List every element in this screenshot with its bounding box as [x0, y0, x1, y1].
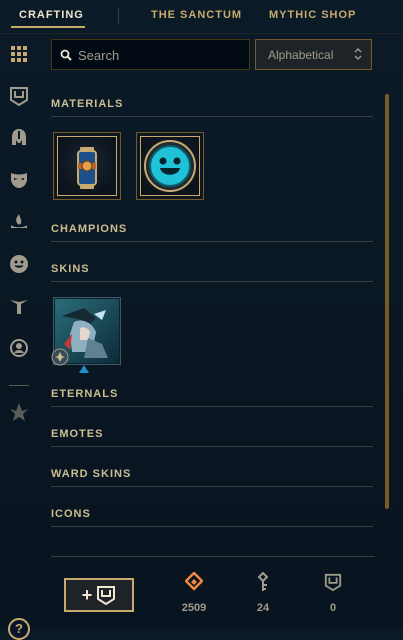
active-tab-underline	[11, 26, 85, 28]
tab-divider	[118, 8, 119, 24]
footer-divider	[51, 556, 375, 557]
rarity-gem-icon	[51, 348, 69, 366]
orange-essence-icon	[185, 572, 203, 591]
material-emote-orb[interactable]	[136, 132, 204, 200]
smiley-emote-icon	[144, 140, 196, 192]
sort-selected: Alphabetical	[268, 48, 334, 62]
mythic-icon[interactable]	[9, 402, 29, 422]
orange-essence-count: 2509	[181, 602, 207, 614]
chest-icon	[324, 573, 342, 592]
emote-icon[interactable]	[9, 254, 29, 274]
orange-essence-wallet: 2509	[174, 572, 214, 614]
search-box[interactable]	[51, 39, 250, 70]
profile-icon-icon[interactable]	[9, 338, 29, 358]
section-divider	[51, 406, 373, 407]
scrollbar[interactable]	[385, 94, 389, 509]
sort-dropdown[interactable]: Alphabetical	[255, 39, 372, 70]
skin-mask-icon[interactable]	[9, 170, 29, 190]
chests-wallet: 0	[313, 572, 353, 614]
ward-icon[interactable]	[9, 212, 29, 232]
section-ward-skins[interactable]: WARD SKINS	[51, 468, 131, 480]
sidebar-divider	[9, 385, 29, 386]
category-sidebar: ?	[0, 34, 38, 640]
champion-helmet-icon[interactable]	[9, 128, 29, 148]
tab-mythic-shop[interactable]: MYTHIC SHOP	[269, 9, 356, 21]
section-divider	[51, 526, 373, 527]
up-down-caret-icon	[354, 48, 362, 60]
section-materials[interactable]: MATERIALS	[51, 98, 123, 110]
keys-wallet: 24	[243, 572, 283, 614]
top-nav: CRAFTING THE SANCTUM MYTHIC SHOP	[0, 0, 403, 34]
section-icons[interactable]: ICONS	[51, 508, 91, 520]
summoner-spells-icon[interactable]	[9, 296, 29, 316]
add-chest-button[interactable]: +	[64, 578, 134, 612]
tab-crafting[interactable]: CRAFTING	[19, 9, 84, 21]
plus-label: +	[81, 585, 93, 605]
key-icon	[257, 572, 269, 591]
material-capsule[interactable]	[53, 132, 121, 200]
section-divider	[51, 116, 373, 117]
item-frame	[140, 136, 200, 196]
chest-icon[interactable]	[9, 86, 29, 106]
section-divider	[51, 446, 373, 447]
inventory-list: MATERIALS CHAMPIONS SKINS ETERNALS EMOTE…	[51, 86, 373, 541]
tab-the-sanctum[interactable]: THE SANCTUM	[151, 9, 242, 21]
search-icon	[60, 49, 72, 61]
key-count: 24	[256, 602, 270, 614]
section-divider	[51, 241, 373, 242]
search-input[interactable]	[78, 46, 243, 64]
capsule-icon	[77, 147, 97, 189]
nav-divider	[0, 33, 403, 34]
section-emotes[interactable]: EMOTES	[51, 428, 103, 440]
section-eternals[interactable]: ETERNALS	[51, 388, 118, 400]
chest-icon	[97, 586, 116, 605]
section-champions[interactable]: CHAMPIONS	[51, 223, 127, 235]
triangle-marker-icon	[79, 360, 89, 373]
section-divider	[51, 486, 373, 487]
item-frame	[57, 136, 117, 196]
grid-icon[interactable]	[9, 44, 29, 64]
section-divider	[51, 281, 373, 282]
chest-count: 0	[329, 602, 337, 614]
help-button[interactable]: ?	[8, 618, 30, 640]
section-skins[interactable]: SKINS	[51, 263, 90, 275]
